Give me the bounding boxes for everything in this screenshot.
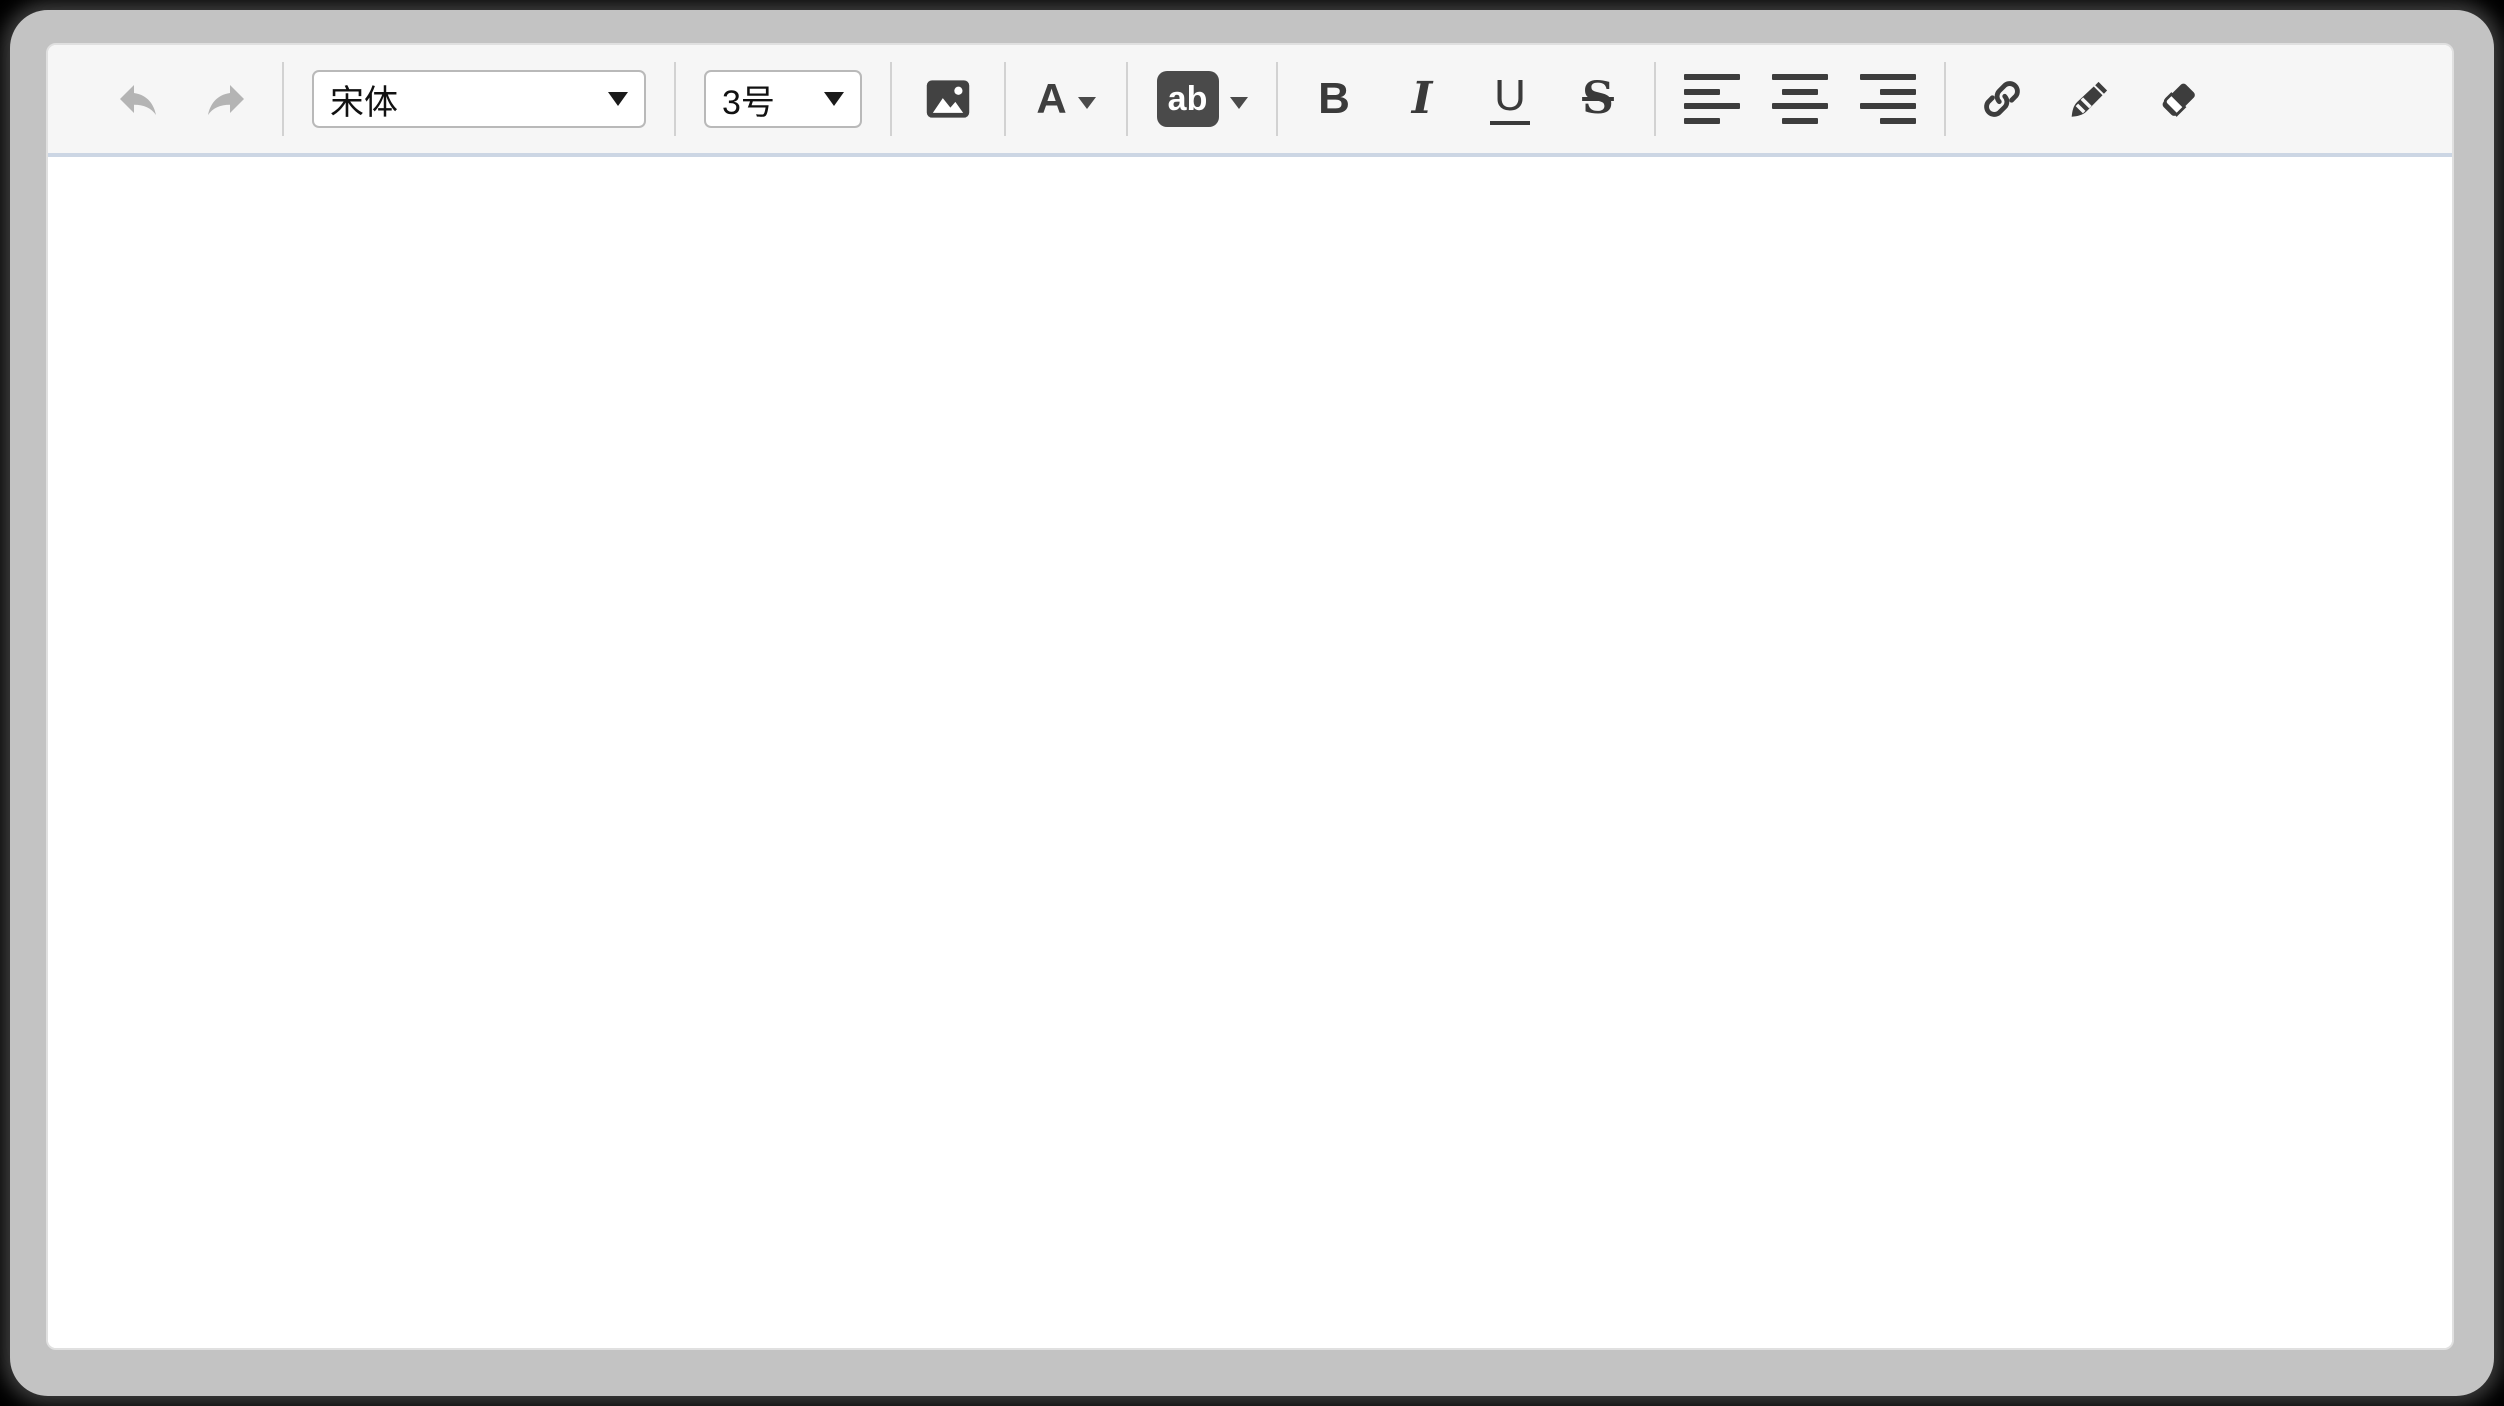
align-center-button[interactable] [1772, 61, 1828, 137]
image-icon [920, 73, 976, 125]
undo-icon [114, 75, 162, 123]
font-family-value: 宋体 [330, 75, 398, 124]
editor-content-area[interactable] [48, 157, 2452, 1348]
undo-button[interactable] [110, 61, 166, 137]
chevron-down-icon [608, 92, 628, 106]
toolbar-separator [1654, 62, 1656, 136]
chevron-down-icon [824, 92, 844, 106]
text-color-icon: A [1036, 78, 1066, 120]
bold-icon: B [1318, 77, 1350, 121]
editor-window-frame: 宋体 3号 [10, 10, 2494, 1396]
toolbar-separator [1004, 62, 1006, 136]
link-icon [1977, 74, 2027, 124]
strikethrough-button[interactable]: S [1570, 61, 1626, 137]
toolbar-separator [674, 62, 676, 136]
chevron-down-icon [1230, 97, 1248, 109]
bold-button[interactable]: B [1306, 61, 1362, 137]
toolbar-separator [282, 62, 284, 136]
font-family-select[interactable]: 宋体 [312, 70, 646, 128]
toolbar-separator [890, 62, 892, 136]
align-left-icon [1684, 74, 1740, 124]
redo-icon [202, 75, 250, 123]
text-color-button[interactable]: A [1034, 61, 1098, 137]
font-size-value: 3号 [722, 75, 775, 124]
align-right-button[interactable] [1860, 61, 1916, 137]
eraser-icon [2153, 74, 2203, 124]
align-center-icon [1772, 74, 1828, 124]
align-right-icon [1860, 74, 1916, 124]
format-brush-button[interactable] [2062, 61, 2118, 137]
insert-link-button[interactable] [1974, 61, 2030, 137]
underline-icon: U [1490, 74, 1530, 125]
italic-icon: I [1412, 77, 1433, 121]
rich-text-editor: 宋体 3号 [46, 43, 2454, 1350]
italic-button[interactable]: I [1394, 61, 1450, 137]
chevron-down-icon [1078, 97, 1096, 109]
redo-button[interactable] [198, 61, 254, 137]
toolbar-separator [1276, 62, 1278, 136]
editor-toolbar: 宋体 3号 [48, 45, 2452, 157]
toolbar-separator [1944, 62, 1946, 136]
clear-format-button[interactable] [2150, 61, 2206, 137]
font-size-select[interactable]: 3号 [704, 70, 862, 128]
underline-button[interactable]: U [1482, 61, 1538, 137]
align-left-button[interactable] [1684, 61, 1740, 137]
insert-image-button[interactable] [920, 61, 976, 137]
strikethrough-icon: S [1582, 77, 1614, 121]
highlight-icon: ab [1157, 71, 1219, 127]
paint-brush-icon [2065, 74, 2115, 124]
highlight-color-button[interactable]: ab [1156, 61, 1248, 137]
toolbar-separator [1126, 62, 1128, 136]
